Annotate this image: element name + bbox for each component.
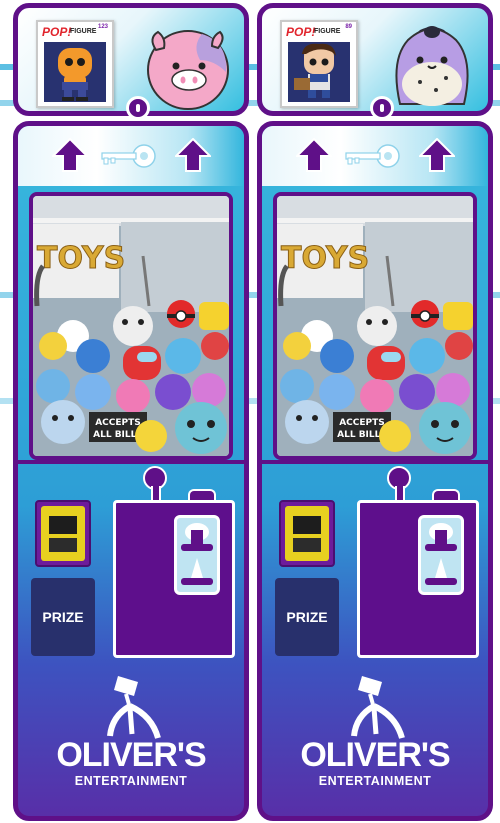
control-panel — [357, 500, 479, 658]
glass-banner-text: TOYS — [281, 241, 369, 276]
machine-header: POP! FIGURE 123 — [13, 3, 249, 120]
claw-machine-1: POP! FIGURE 123 TOYS ACCEPTS ALL BILLS P… — [13, 0, 249, 823]
bill-acceptor[interactable] — [35, 500, 91, 567]
pop-type-label: FIGURE — [70, 28, 97, 35]
pop-figure-box[interactable]: POP! FIGURE 89 — [280, 20, 358, 108]
keyhole-icon — [126, 96, 150, 120]
pop-figure-window — [44, 42, 106, 102]
bill-acceptor[interactable] — [279, 500, 335, 567]
purple-ghost-plush-icon[interactable] — [386, 20, 478, 112]
logo-sub: ENTERTAINMENT — [318, 774, 432, 788]
claw-logo-icon — [351, 676, 405, 739]
bill-acceptor-screen — [49, 516, 77, 534]
arrow-up-right-icon[interactable] — [175, 138, 211, 172]
pop-type-label: FIGURE — [314, 28, 341, 35]
keyhole-icon — [370, 96, 394, 120]
olivers-logo: OLIVER'S ENTERTAINMENT — [18, 674, 244, 814]
logo-name: OLIVER'S — [56, 736, 206, 774]
olivers-logo: OLIVER'S ENTERTAINMENT — [262, 674, 488, 814]
arrow-up-left-icon[interactable] — [52, 138, 88, 172]
glass-window: TOYS ACCEPTS ALL BILLS — [273, 192, 477, 460]
pop-figure-box[interactable]: POP! FIGURE 123 — [36, 20, 114, 108]
bill-acceptor-face — [285, 506, 329, 561]
logo-sub: ENTERTAINMENT — [74, 774, 188, 788]
bill-acceptor-screen — [293, 516, 321, 534]
prize-chute[interactable] — [418, 515, 464, 595]
logo-name: OLIVER'S — [300, 736, 450, 774]
claw-machine-2: POP! FIGURE 89 TOYS ACCEPTS ALL BILLS PR… — [257, 0, 493, 823]
glass-window: TOYS ACCEPTS ALL BILLS — [29, 192, 233, 460]
bill-acceptor-face — [41, 506, 85, 561]
pink-cow-plush-icon[interactable] — [142, 20, 234, 112]
cabinet: TOYS ACCEPTS ALL BILLS PRIZE OLIVER'S EN… — [13, 121, 249, 821]
prize-chute-icon — [425, 523, 457, 585]
pop-number-label: 123 — [97, 24, 108, 30]
pop-brand-label: POP! — [286, 25, 316, 39]
pop-brand-label: POP! — [42, 25, 72, 39]
machine-header: POP! FIGURE 89 — [257, 3, 493, 120]
pop-figure-window — [288, 42, 350, 102]
key-icon — [101, 144, 156, 168]
sign-line1: ACCEPTS — [339, 418, 385, 428]
topband — [262, 126, 488, 186]
plush-pile-image: TOYS ACCEPTS ALL BILLS — [277, 196, 473, 456]
cabinet: TOYS ACCEPTS ALL BILLS PRIZE OLIVER'S EN… — [257, 121, 493, 821]
plush-pile-image: TOYS ACCEPTS ALL BILLS — [33, 196, 229, 456]
sign-line1: ACCEPTS — [95, 418, 141, 428]
divider — [18, 460, 244, 464]
pop-number-label: 89 — [345, 24, 352, 30]
arrow-up-left-icon[interactable] — [296, 138, 332, 172]
prize-chute-icon — [181, 523, 213, 585]
control-panel — [113, 500, 235, 658]
prize-button[interactable]: PRIZE — [31, 578, 95, 656]
prize-chute[interactable] — [174, 515, 220, 595]
bill-acceptor-slot — [49, 538, 77, 552]
arrow-up-right-icon[interactable] — [419, 138, 455, 172]
divider — [262, 460, 488, 464]
pop-figure-boy-icon — [294, 43, 336, 98]
glass-banner-text: TOYS — [37, 241, 125, 276]
pop-figure-orange-icon — [58, 48, 92, 101]
claw-logo-icon — [107, 676, 161, 739]
bill-acceptor-slot — [293, 538, 321, 552]
topband — [18, 126, 244, 186]
prize-button[interactable]: PRIZE — [275, 578, 339, 656]
key-icon — [345, 144, 400, 168]
